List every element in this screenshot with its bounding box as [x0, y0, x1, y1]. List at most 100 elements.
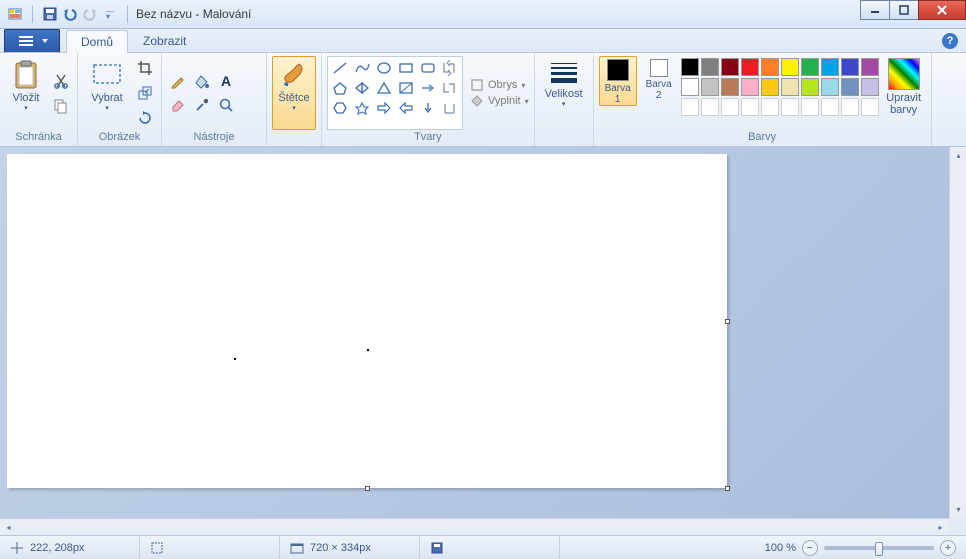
resize-button[interactable] — [134, 82, 156, 104]
maximize-button[interactable] — [889, 0, 919, 20]
scroll-down-icon[interactable]: ▾ — [950, 501, 966, 518]
size-button[interactable]: Velikost ▾ — [540, 56, 588, 130]
palette-swatch[interactable] — [781, 58, 799, 76]
group-image: Vybrat ▾ Obrázek — [78, 53, 162, 146]
select-button[interactable]: Vybrat ▾ — [83, 56, 131, 130]
zoom-slider-thumb[interactable] — [875, 542, 883, 556]
color1-button[interactable]: Barva 1 — [599, 56, 637, 106]
scroll-up-icon[interactable]: ▴ — [950, 147, 966, 164]
group-label: Obrázek — [83, 130, 156, 146]
minimize-button[interactable] — [860, 0, 890, 20]
group-tools: A Nástroje — [162, 53, 267, 146]
palette-swatch[interactable] — [741, 78, 759, 96]
file-menu-button[interactable] — [4, 29, 60, 52]
palette-swatch-empty[interactable] — [801, 98, 819, 116]
group-label — [272, 130, 316, 146]
text-tool[interactable]: A — [215, 70, 237, 92]
group-label — [540, 130, 588, 146]
color2-button[interactable]: Barva 2 — [640, 56, 678, 106]
palette-swatch[interactable] — [721, 58, 739, 76]
palette-swatch[interactable] — [781, 78, 799, 96]
palette-swatch[interactable] — [681, 78, 699, 96]
canvas[interactable] — [7, 154, 727, 488]
pencil-tool[interactable] — [167, 70, 189, 92]
palette-swatch-empty[interactable] — [841, 98, 859, 116]
palette-swatch[interactable] — [821, 58, 839, 76]
color1-swatch — [607, 59, 629, 81]
rainbow-icon — [888, 58, 920, 90]
palette-swatch-empty[interactable] — [761, 98, 779, 116]
palette-swatch[interactable] — [821, 78, 839, 96]
canvas-size-icon — [290, 541, 304, 555]
palette-swatch-empty[interactable] — [741, 98, 759, 116]
palette-swatch[interactable] — [721, 78, 739, 96]
crop-button[interactable] — [134, 57, 156, 79]
palette-swatch-empty[interactable] — [821, 98, 839, 116]
palette-swatch-empty[interactable] — [721, 98, 739, 116]
clipboard-icon — [10, 59, 42, 91]
brush-icon — [278, 59, 310, 91]
qat-undo-icon[interactable] — [61, 5, 79, 23]
color2-swatch — [650, 59, 668, 77]
scroll-right-icon[interactable]: ▸ — [932, 519, 949, 535]
resize-handle-south[interactable] — [365, 486, 370, 491]
zoom-in-button[interactable]: + — [940, 540, 956, 556]
shape-fill-button[interactable]: Vyplnit ▾ — [470, 94, 529, 108]
brushes-button[interactable]: Štětce ▾ — [272, 56, 316, 130]
help-button[interactable]: ? — [942, 33, 958, 49]
ribbon: Vložit ▾ Schránka Vybrat ▾ Obrázek — [0, 53, 966, 147]
palette-swatch[interactable] — [861, 78, 879, 96]
group-clipboard: Vložit ▾ Schránka — [0, 53, 78, 146]
shape-gallery[interactable] — [327, 56, 463, 130]
palette-swatch[interactable] — [841, 58, 859, 76]
fill-tool[interactable] — [191, 70, 213, 92]
selection-size-icon — [150, 541, 164, 555]
zoom-slider[interactable] — [824, 546, 934, 550]
group-label: Barvy — [599, 130, 926, 146]
scroll-corner — [949, 518, 966, 535]
palette-swatch[interactable] — [801, 78, 819, 96]
palette-swatch[interactable] — [701, 78, 719, 96]
palette-swatch[interactable] — [681, 58, 699, 76]
resize-handle-east[interactable] — [725, 319, 730, 324]
palette-swatch[interactable] — [701, 58, 719, 76]
qat-save-icon[interactable] — [41, 5, 59, 23]
vertical-scrollbar[interactable]: ▴ ▾ — [949, 147, 966, 518]
rotate-button[interactable] — [134, 107, 156, 129]
shape-outline-button[interactable]: Obrys ▾ — [470, 78, 529, 92]
select-rect-icon — [91, 59, 123, 91]
paste-button[interactable]: Vložit ▾ — [5, 56, 47, 130]
eraser-tool[interactable] — [167, 94, 189, 116]
qat-customize-icon[interactable]: —▾ — [101, 5, 119, 23]
qat-redo-icon[interactable] — [81, 5, 99, 23]
palette-swatch[interactable] — [861, 58, 879, 76]
scroll-left-icon[interactable]: ◂ — [0, 519, 17, 535]
edit-colors-button[interactable]: Upravit barvy — [882, 56, 926, 116]
horizontal-scrollbar[interactable]: ◂ ▸ — [0, 518, 949, 535]
status-selection — [140, 536, 280, 559]
group-size: Velikost ▾ — [535, 53, 594, 146]
palette-swatch-empty[interactable] — [781, 98, 799, 116]
copy-button[interactable] — [50, 95, 72, 117]
color-picker-tool[interactable] — [191, 94, 213, 116]
cut-button[interactable] — [50, 70, 72, 92]
palette-swatch-empty[interactable] — [701, 98, 719, 116]
size-icon — [549, 59, 579, 87]
palette-swatch[interactable] — [761, 58, 779, 76]
title-bar: —▾ Bez názvu - Malování — [0, 0, 966, 29]
group-label: Tvary — [327, 130, 529, 146]
cursor-pos-icon — [10, 541, 24, 555]
palette-swatch-empty[interactable] — [861, 98, 879, 116]
palette-swatch[interactable] — [761, 78, 779, 96]
magnifier-tool[interactable] — [215, 94, 237, 116]
palette-swatch[interactable] — [801, 58, 819, 76]
zoom-out-button[interactable]: − — [802, 540, 818, 556]
status-cursor: 222, 208px — [0, 536, 140, 559]
palette-swatch-empty[interactable] — [681, 98, 699, 116]
close-button[interactable] — [918, 0, 966, 20]
tab-home[interactable]: Domů — [66, 30, 128, 53]
tab-view[interactable]: Zobrazit — [128, 29, 201, 52]
resize-handle-southeast[interactable] — [725, 486, 730, 491]
palette-swatch[interactable] — [841, 78, 859, 96]
palette-swatch[interactable] — [741, 58, 759, 76]
